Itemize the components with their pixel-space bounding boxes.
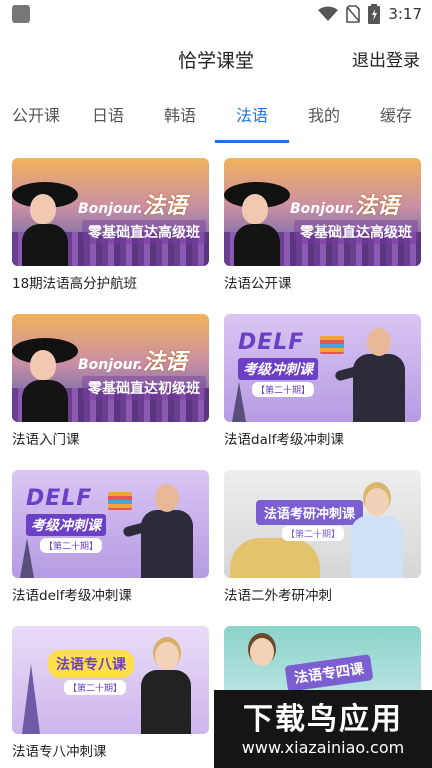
course-thumbnail: Bonjour.法语 零基础直达高级班 — [224, 158, 421, 266]
thumbnail-heading: DELF — [26, 486, 93, 511]
course-thumbnail: Bonjour.法语 零基础直达初级班 — [12, 314, 209, 422]
tab-korean[interactable]: 韩语 — [150, 98, 210, 144]
tab-french[interactable]: 法语 — [222, 98, 282, 144]
woman-illustration — [137, 640, 195, 734]
thumbnail-heading: 法语专四课 — [284, 654, 374, 692]
watermark-brand: 下载鸟应用 — [243, 702, 403, 737]
issue-badge: 【第二十期】 — [282, 526, 345, 541]
course-card[interactable]: DELF 考级冲刺课 【第二十期】 法语dalf考级冲刺课 — [224, 314, 421, 448]
status-time: 3:17 — [388, 5, 422, 23]
course-card[interactable]: Bonjour.法语 零基础直达高级班 18期法语高分护航班 — [12, 158, 209, 292]
thumbnail-subheading: 零基础直达初级班 — [82, 376, 206, 400]
thumbnail-subheading: 零基础直达高级班 — [294, 220, 418, 244]
watermark-url: www.xiazainiao.com — [241, 738, 405, 757]
course-thumbnail: 法语专八课 【第二十期】 — [12, 626, 209, 734]
woman-illustration — [12, 176, 78, 266]
thumbnail-heading: Bonjour.法语 — [78, 194, 187, 219]
woman-illustration — [238, 636, 288, 696]
course-card[interactable]: Bonjour.法语 零基础直达高级班 法语公开课 — [224, 158, 421, 292]
eiffel-tower-graphic — [20, 538, 34, 578]
status-bar: 3:17 — [0, 0, 432, 30]
course-thumbnail: 法语考研冲刺课 【第二十期】 — [224, 470, 421, 578]
course-thumbnail: DELF 考级冲刺课 【第二十期】 — [224, 314, 421, 422]
eiffel-tower-graphic — [22, 664, 40, 734]
tab-japanese[interactable]: 日语 — [78, 98, 138, 144]
battery-icon — [368, 4, 381, 24]
course-card[interactable]: 法语专八课 【第二十期】 法语专八冲刺课 — [12, 626, 209, 760]
watermark: 下载鸟应用 www.xiazainiao.com — [214, 690, 432, 768]
thumbnail-subheading: 考级冲刺课 — [26, 514, 106, 536]
thumbnail-subheading: 零基础直达高级班 — [82, 220, 206, 244]
man-illustration — [334, 324, 413, 422]
status-right: 3:17 — [318, 4, 422, 24]
course-title: 法语公开课 — [224, 276, 292, 292]
thumbnail-heading: Bonjour.法语 — [290, 194, 399, 219]
course-thumbnail: DELF 考级冲刺课 【第二十期】 — [12, 470, 209, 578]
logout-button[interactable]: 退出登录 — [352, 46, 420, 71]
building-graphic — [230, 538, 320, 578]
course-title: 法语delf考级冲刺课 — [12, 588, 132, 604]
thumbnail-heading: 法语专八课 — [48, 650, 134, 678]
course-title: 18期法语高分护航班 — [12, 276, 138, 292]
course-thumbnail: Bonjour.法语 零基础直达高级班 — [12, 158, 209, 266]
course-title: 法语入门课 — [12, 432, 80, 448]
thumbnail-heading: Bonjour.法语 — [78, 350, 187, 375]
course-card[interactable]: Bonjour.法语 零基础直达初级班 法语入门课 — [12, 314, 209, 448]
no-sim-icon — [346, 5, 361, 23]
thumbnail-heading: DELF — [238, 330, 305, 355]
header: 恰学课堂 退出登录 — [0, 40, 432, 80]
app-notification-icon — [12, 5, 30, 23]
course-title: 法语dalf考级冲刺课 — [224, 432, 344, 448]
man-illustration — [122, 480, 201, 578]
books-graphic — [320, 336, 344, 354]
eiffel-tower-graphic — [232, 382, 246, 422]
issue-badge: 【第二十期】 — [64, 680, 127, 695]
active-tab-indicator — [215, 140, 289, 143]
course-card[interactable]: DELF 考级冲刺课 【第二十期】 法语delf考级冲刺课 — [12, 470, 209, 604]
issue-badge: 【第二十期】 — [40, 538, 103, 553]
course-title: 法语二外考研冲刺 — [224, 588, 332, 604]
category-tabs: 公开课 日语 韩语 法语 我的 缓存 — [0, 98, 432, 144]
tab-mine[interactable]: 我的 — [294, 98, 354, 144]
woman-illustration — [12, 332, 78, 422]
woman-illustration — [224, 176, 290, 266]
issue-badge: 【第二十期】 — [252, 382, 315, 397]
tab-cache[interactable]: 缓存 — [366, 98, 426, 144]
wifi-icon — [318, 6, 339, 21]
books-graphic — [108, 492, 132, 510]
course-title: 法语专八冲刺课 — [12, 744, 107, 760]
course-card[interactable]: 法语考研冲刺课 【第二十期】 法语二外考研冲刺 — [224, 470, 421, 604]
woman-illustration — [347, 486, 407, 578]
tab-public[interactable]: 公开课 — [6, 98, 66, 144]
thumbnail-subheading: 考级冲刺课 — [238, 358, 318, 380]
